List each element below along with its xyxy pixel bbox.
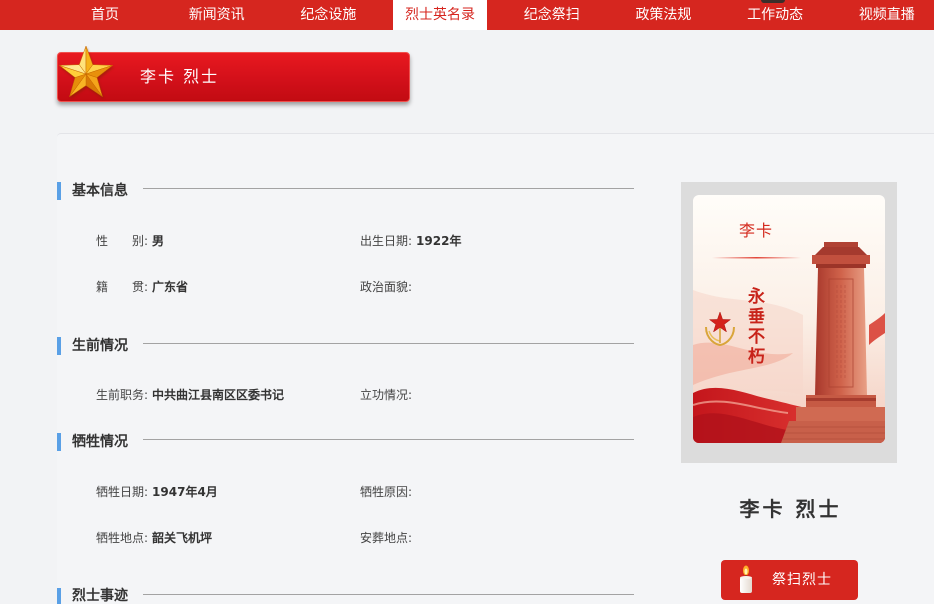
field-value: 1947年4月 (152, 485, 218, 499)
field-value: 男 (152, 234, 165, 248)
field-gender: 性 别: 男 (96, 233, 164, 249)
field-merits: 立功情况: (360, 387, 416, 403)
field-value: 1922年 (416, 234, 462, 248)
nav-item-home[interactable]: 首页 (58, 0, 152, 30)
section-divider (143, 439, 634, 440)
field-native-place: 籍 贯: 广东省 (96, 279, 188, 295)
field-political-status: 政治面貌: (360, 279, 416, 295)
section-accent-bar (57, 433, 61, 451)
pay-tribute-button[interactable]: 祭扫烈士 (721, 560, 858, 600)
field-label: 安葬地点: (360, 531, 413, 545)
candle-icon (740, 565, 752, 593)
field-label: 出生日期: (360, 234, 413, 248)
field-label: 立功情况: (360, 388, 413, 402)
field-birth-date: 出生日期: 1922年 (360, 233, 461, 249)
field-label: 性 别: (96, 234, 149, 248)
field-sacrifice-date: 牺牲日期: 1947年4月 (96, 484, 218, 500)
field-value: 广东省 (152, 280, 189, 294)
field-label: 籍 贯: (96, 280, 149, 294)
field-sacrifice-place: 牺牲地点: 韶关飞机坪 (96, 530, 212, 546)
nav-item-policies-regulations[interactable]: 政策法规 (616, 0, 710, 30)
nav-item-news[interactable]: 新闻资讯 (170, 0, 264, 30)
field-sacrifice-cause: 牺牲原因: (360, 484, 416, 500)
memorial-portrait: 李卡 永垂不朽 (693, 195, 885, 443)
header-emblem-edge (761, 0, 785, 3)
field-label: 政治面貌: (360, 280, 413, 294)
field-value: 中共曲江县南区区委书记 (152, 388, 285, 402)
pay-tribute-label: 祭扫烈士 (772, 572, 832, 588)
nav-item-memorial-worship[interactable]: 纪念祭扫 (505, 0, 599, 30)
star-icon (59, 45, 113, 97)
section-divider (143, 188, 634, 189)
main-nav: 首页 新闻资讯 纪念设施 烈士英名录 纪念祭扫 政策法规 工作动态 视频直播 (0, 0, 934, 30)
field-label: 牺牲原因: (360, 485, 413, 499)
nav-item-memorial-facilities[interactable]: 纪念设施 (281, 0, 375, 30)
memorial-artwork: 李卡 (693, 195, 885, 443)
nav-item-work-updates[interactable]: 工作动态 (728, 0, 822, 30)
field-label: 牺牲地点: (96, 531, 149, 545)
section-divider (143, 594, 634, 595)
section-title-deeds: 烈士事迹 (72, 588, 128, 604)
portrait-frame: 李卡 永垂不朽 (681, 182, 897, 463)
field-value: 韶关飞机坪 (152, 531, 213, 545)
field-burial-place: 安葬地点: (360, 530, 416, 546)
section-divider (143, 343, 634, 344)
section-accent-bar (57, 588, 61, 604)
section-accent-bar (57, 337, 61, 355)
nav-item-live-video[interactable]: 视频直播 (840, 0, 934, 30)
nav-item-martyrs-roll[interactable]: 烈士英名录 (393, 0, 488, 30)
portrait-name: 李卡 (739, 221, 773, 240)
portrait-name-underline (712, 257, 801, 259)
section-accent-bar (57, 182, 61, 200)
field-label: 生前职务: (96, 388, 149, 402)
portrait-motto: 永垂不朽 (744, 287, 764, 367)
page-title: 李卡 烈士 (140, 67, 220, 86)
section-title-life: 生前情况 (72, 338, 128, 354)
martyr-name: 李卡 烈士 (739, 497, 842, 521)
section-title-sacrifice: 牺牲情况 (72, 434, 128, 450)
field-position: 生前职务: 中共曲江县南区区委书记 (96, 387, 284, 403)
field-label: 牺牲日期: (96, 485, 149, 499)
section-title-basic-info: 基本信息 (72, 183, 128, 199)
